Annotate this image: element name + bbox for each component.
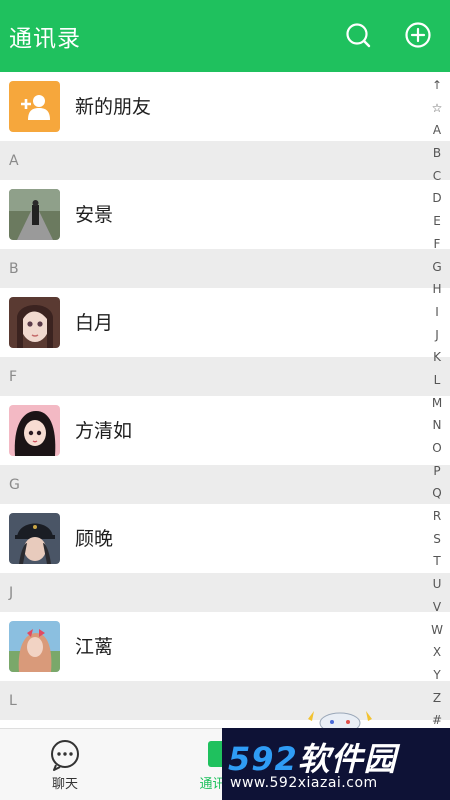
section-header-f: F [0, 358, 450, 396]
search-icon[interactable] [344, 21, 372, 49]
contact-row[interactable]: 白月 [0, 288, 450, 358]
avatar [9, 405, 60, 456]
new-friends-label: 新的朋友 [75, 96, 152, 118]
avatar [9, 297, 60, 348]
index-letter[interactable]: I [424, 301, 450, 324]
index-letter[interactable]: S [424, 528, 450, 551]
chat-bubble-icon [51, 740, 79, 771]
index-letter[interactable]: ☆ [424, 97, 450, 120]
contact-name: 江蓠 [75, 636, 114, 658]
contact-name: 白月 [75, 312, 114, 334]
contact-row[interactable]: 安景 [0, 180, 450, 250]
index-letter[interactable]: E [424, 210, 450, 233]
contact-row[interactable]: 江蓠 [0, 612, 450, 682]
contact-name: 安景 [75, 204, 114, 226]
top-bar: 通讯录 [0, 0, 450, 72]
index-letter[interactable]: K [424, 346, 450, 369]
index-letter[interactable]: V [424, 596, 450, 619]
index-letter[interactable]: M [424, 392, 450, 415]
watermark-url: www.592xiazai.com [230, 775, 378, 791]
index-letter[interactable]: W [424, 619, 450, 642]
watermark-brand: 592软件园 [228, 734, 397, 780]
tab-chats-label: 聊天 [51, 777, 78, 792]
index-letter[interactable]: A [424, 119, 450, 142]
index-letter[interactable]: Z [424, 687, 450, 710]
plus-circle-icon[interactable] [404, 21, 432, 49]
index-letter[interactable]: Y [424, 664, 450, 687]
index-letter[interactable]: H [424, 278, 450, 301]
contact-row[interactable] [0, 720, 450, 728]
index-letter[interactable]: U [424, 573, 450, 596]
index-letter[interactable]: X [424, 641, 450, 664]
contact-list[interactable]: 新的朋友 A 安景 B 白月 F 方清如 G 顾晚 J 江蓠 L [0, 72, 450, 728]
contact-name: 顾晚 [75, 528, 114, 550]
index-letter[interactable]: P [424, 460, 450, 483]
index-letter[interactable]: T [424, 550, 450, 573]
section-header-l: L [0, 682, 450, 720]
avatar [9, 189, 60, 240]
section-header-j: J [0, 574, 450, 612]
contact-row[interactable]: 顾晚 [0, 504, 450, 574]
index-letter[interactable]: R [424, 505, 450, 528]
index-letter[interactable]: J [424, 324, 450, 347]
contact-row[interactable]: 方清如 [0, 396, 450, 466]
section-header-b: B [0, 250, 450, 288]
index-letter[interactable]: N [424, 414, 450, 437]
section-header-a: A [0, 142, 450, 180]
index-letter[interactable]: D [424, 187, 450, 210]
watermark-brand-number: 592 [228, 740, 298, 778]
index-letter[interactable]: ↑ [424, 74, 450, 97]
alphabet-index[interactable]: ↑ ☆ A B C D E F G H I J K L M N O P Q R … [424, 72, 450, 728]
tab-chats[interactable]: 聊天 [9, 729, 121, 800]
contact-name: 方清如 [75, 420, 133, 442]
watermark-brand-text: 软件园 [297, 740, 397, 778]
page-title: 通讯录 [9, 26, 81, 52]
index-letter[interactable]: L [424, 369, 450, 392]
index-letter[interactable]: C [424, 165, 450, 188]
new-friends-row[interactable]: 新的朋友 [0, 72, 450, 142]
watermark-banner: 592软件园 www.592xiazai.com [222, 728, 450, 800]
index-letter[interactable]: O [424, 437, 450, 460]
add-person-icon [9, 81, 60, 132]
avatar [9, 621, 60, 672]
index-letter[interactable]: G [424, 256, 450, 279]
section-header-g: G [0, 466, 450, 504]
avatar [9, 513, 60, 564]
index-letter[interactable]: F [424, 233, 450, 256]
index-letter[interactable]: B [424, 142, 450, 165]
index-letter[interactable]: Q [424, 482, 450, 505]
